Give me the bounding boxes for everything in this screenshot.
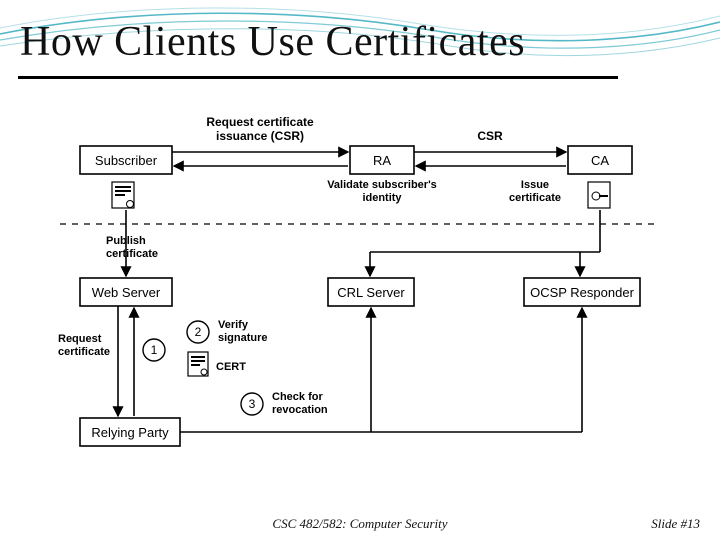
footer-slide-number: Slide #13 bbox=[651, 516, 700, 532]
key-icon bbox=[588, 182, 610, 208]
node-crl-server: CRL Server bbox=[328, 278, 414, 306]
node-relying-party: Relying Party bbox=[80, 418, 180, 446]
node-subscriber: Subscriber bbox=[80, 146, 172, 174]
slide-title: How Clients Use Certificates bbox=[20, 18, 525, 66]
label-request-2: certificate bbox=[58, 346, 110, 358]
label-verify-1: Verify bbox=[218, 319, 249, 331]
title-underline bbox=[18, 76, 618, 79]
step-1: 1 bbox=[143, 339, 165, 361]
certificate-flow-diagram: Subscriber RA CA bbox=[40, 104, 680, 472]
node-web-server-label: Web Server bbox=[92, 285, 161, 300]
label-validate-2: identity bbox=[362, 192, 402, 204]
label-csr-request-1: Request certificate bbox=[206, 115, 314, 129]
label-issue-2: certificate bbox=[509, 192, 561, 204]
node-ra-label: RA bbox=[373, 153, 391, 168]
node-ca-label: CA bbox=[591, 153, 609, 168]
footer-course: CSC 482/582: Computer Security bbox=[272, 516, 447, 532]
node-crl-server-label: CRL Server bbox=[337, 285, 405, 300]
cert-icon-2 bbox=[188, 352, 208, 376]
label-cert: CERT bbox=[216, 361, 246, 373]
label-csr-request-2: issuance (CSR) bbox=[216, 129, 304, 143]
label-revoke-1: Check for bbox=[272, 391, 323, 403]
node-web-server: Web Server bbox=[80, 278, 172, 306]
node-relying-label: Relying Party bbox=[91, 425, 169, 440]
step-2: 2 bbox=[187, 321, 209, 343]
label-verify-2: signature bbox=[218, 332, 268, 344]
node-ocsp-responder: OCSP Responder bbox=[524, 278, 640, 306]
label-csr: CSR bbox=[477, 129, 503, 143]
slide: How Clients Use Certificates Subscriber … bbox=[0, 0, 720, 540]
label-issue-1: Issue bbox=[521, 179, 549, 191]
node-ra: RA bbox=[350, 146, 414, 174]
step-2-num: 2 bbox=[195, 325, 202, 339]
label-publish-1: Publish bbox=[106, 235, 146, 247]
label-revoke-2: revocation bbox=[272, 404, 328, 416]
node-ca: CA bbox=[568, 146, 632, 174]
node-ocsp-label: OCSP Responder bbox=[530, 285, 634, 300]
label-validate-1: Validate subscriber's bbox=[327, 179, 437, 191]
node-subscriber-label: Subscriber bbox=[95, 153, 158, 168]
cert-icon bbox=[112, 182, 134, 208]
step-3-num: 3 bbox=[249, 397, 256, 411]
label-publish-2: certificate bbox=[106, 248, 158, 260]
step-1-num: 1 bbox=[151, 343, 158, 357]
step-3: 3 bbox=[241, 393, 263, 415]
label-request-1: Request bbox=[58, 333, 102, 345]
